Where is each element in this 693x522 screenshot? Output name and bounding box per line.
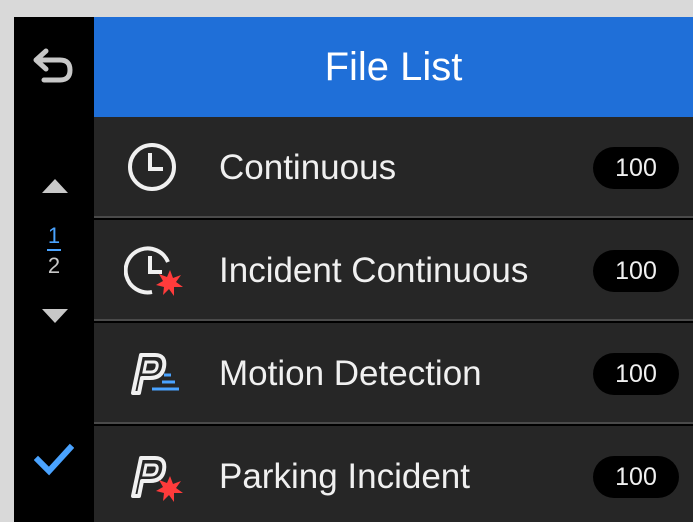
page-current: 1 [47, 223, 61, 248]
list-item-parking-incident[interactable]: Parking Incident 100 [94, 426, 693, 522]
list-item-label: Motion Detection [219, 354, 482, 393]
count-badge: 100 [593, 456, 679, 498]
page-indicator: 1 2 [34, 225, 74, 277]
list-item-label: Incident Continuous [219, 251, 529, 290]
back-button[interactable] [24, 37, 84, 97]
page-up-button[interactable] [42, 179, 68, 193]
page-down-button[interactable] [42, 309, 68, 323]
parking-incident-icon [131, 456, 183, 502]
page-divider [47, 249, 61, 251]
confirm-button[interactable] [29, 435, 79, 485]
list-item-label: Parking Incident [219, 457, 470, 496]
screen: 1 2 File List Continuous 100 Incident Co… [14, 17, 693, 522]
list-item-motion-detection[interactable]: Motion Detection 100 [94, 323, 693, 424]
device-frame: 1 2 File List Continuous 100 Incident Co… [0, 0, 693, 522]
header: File List [94, 17, 693, 117]
page-total: 2 [47, 253, 61, 278]
page-title: File List [324, 44, 463, 89]
back-return-icon [33, 48, 73, 83]
file-type-list: Continuous 100 Incident Continuous 100 M… [94, 117, 693, 522]
list-item-incident-continuous[interactable]: Incident Continuous 100 [94, 220, 693, 321]
count-badge: 100 [593, 147, 679, 189]
clock-incident-icon [124, 246, 183, 296]
parking-motion-icon [131, 353, 179, 395]
sidebar: 1 2 [14, 17, 94, 522]
clock-icon [128, 143, 176, 191]
count-badge: 100 [593, 250, 679, 292]
list-item-label: Continuous [219, 148, 397, 187]
checkmark-icon [34, 443, 74, 476]
count-badge: 100 [593, 353, 679, 395]
list-item-continuous[interactable]: Continuous 100 [94, 117, 693, 218]
